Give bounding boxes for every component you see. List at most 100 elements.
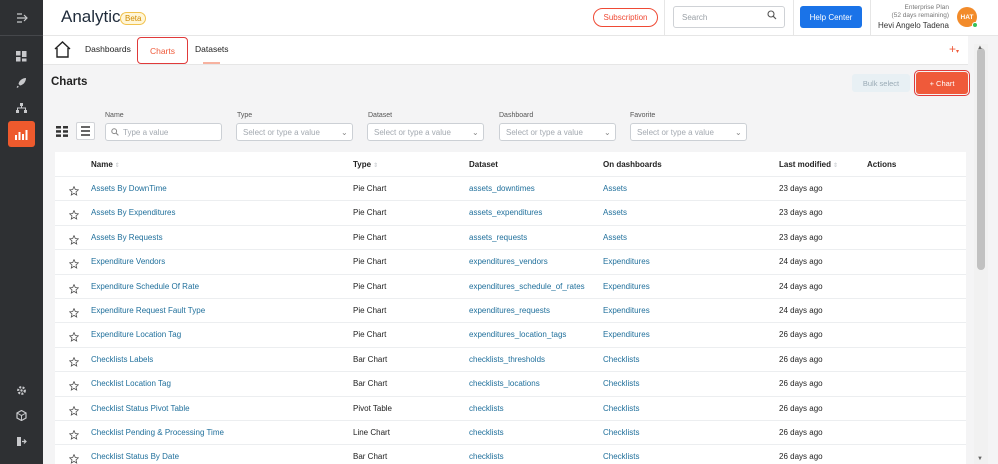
tab-dashboards[interactable]: Dashboards: [85, 44, 131, 54]
dashboard-link[interactable]: Assets: [603, 208, 627, 217]
dataset-link[interactable]: checklists: [469, 452, 504, 461]
dashboard-link[interactable]: Checklists: [603, 379, 639, 388]
table-row: Checklist Location Tag Bar Chart checklist…: [55, 371, 966, 395]
collapse-sidebar-icon[interactable]: [8, 5, 35, 31]
favorite-star-icon[interactable]: [68, 451, 80, 464]
scrollbar-thumb[interactable]: [977, 48, 985, 270]
dashboard-link[interactable]: Checklists: [603, 452, 639, 461]
favorite-star-icon[interactable]: [68, 378, 80, 392]
chart-type: Pie Chart: [353, 306, 387, 315]
last-modified: 24 days ago: [779, 281, 823, 291]
rocket-icon[interactable]: [8, 69, 35, 95]
dataset-link[interactable]: checklists: [469, 404, 504, 413]
favorite-filter-select[interactable]: Select or type a value: [630, 123, 747, 141]
chart-name-link[interactable]: Assets By Expenditures: [91, 208, 175, 217]
chart-name-link[interactable]: Expenditure Request Fault Type: [91, 306, 205, 315]
favorite-star-icon[interactable]: [68, 232, 80, 245]
dataset-link[interactable]: checklists_thresholds: [469, 355, 545, 364]
last-modified: 26 days ago: [779, 403, 823, 413]
dataset-link[interactable]: expenditures_requests: [469, 306, 550, 315]
sort-icon: ⇕: [114, 163, 120, 169]
dashboard-link[interactable]: Expenditures: [603, 330, 650, 339]
column-header-type[interactable]: Type ⇕: [353, 160, 378, 169]
scroll-down-arrow[interactable]: ▼: [977, 456, 983, 462]
hierarchy-icon[interactable]: [8, 95, 35, 121]
favorite-star-icon[interactable]: [68, 256, 80, 270]
add-tab-button[interactable]: +▾: [949, 42, 959, 56]
help-center-button[interactable]: Help Center: [800, 6, 862, 28]
favorite-star-icon[interactable]: [68, 354, 80, 367]
dashboard-link[interactable]: Assets: [603, 233, 627, 242]
analytics-chart-icon[interactable]: [8, 121, 35, 147]
bulk-select-button[interactable]: Bulk select: [852, 74, 910, 92]
dataset-link[interactable]: assets_expenditures: [469, 208, 542, 217]
charts-table: Name ⇕ Type ⇕ Dataset On dashboards Last m…: [55, 152, 966, 464]
dataset-filter-select[interactable]: Select or type a value: [367, 123, 484, 141]
sort-icon: ⇕: [833, 163, 839, 169]
cube-icon[interactable]: [8, 402, 35, 428]
sort-icon: ⇕: [373, 163, 379, 169]
dashboard-link[interactable]: Checklists: [603, 428, 639, 437]
chart-name-link[interactable]: Checklist Status Pivot Table: [91, 404, 190, 413]
chart-name-link[interactable]: Expenditure Vendors: [91, 257, 165, 266]
dashboard-filter-label: Dashboard: [499, 112, 534, 119]
favorite-star-icon[interactable]: [68, 403, 80, 416]
chart-name-link[interactable]: Assets By Requests: [91, 233, 163, 242]
column-header-name[interactable]: Name ⇕: [91, 160, 120, 169]
column-header-dataset: Dataset: [469, 160, 498, 169]
chart-name-link[interactable]: Expenditure Location Tag: [91, 330, 181, 339]
dataset-link[interactable]: expenditures_vendors: [469, 257, 548, 266]
table-row: Expenditure Request Fault Type Pie Chart e…: [55, 298, 966, 322]
chart-name-link[interactable]: Checklist Location Tag: [91, 379, 171, 388]
favorite-star-icon[interactable]: [68, 183, 80, 196]
last-modified: 23 days ago: [779, 184, 823, 193]
chart-name-link[interactable]: Checklist Status By Date: [91, 452, 179, 461]
dataset-link[interactable]: assets_downtimes: [469, 184, 535, 193]
column-header-actions: Actions: [867, 160, 897, 169]
last-modified: 24 days ago: [779, 306, 823, 315]
column-header-modified[interactable]: Last modified ⇕: [779, 160, 838, 169]
table-row: Assets By Expenditures Pie Chart assets_ex…: [55, 200, 966, 224]
list-view-button[interactable]: [76, 122, 95, 140]
chart-name-link[interactable]: Checklist Pending & Processing Time: [91, 428, 224, 437]
chart-name-link[interactable]: Expenditure Schedule Of Rate: [91, 282, 199, 291]
top-header: Analytics Beta Subscription Search Help …: [43, 0, 998, 36]
favorite-star-icon[interactable]: [68, 427, 80, 440]
type-filter-select[interactable]: Select or type a value: [236, 123, 353, 141]
dashboard-filter-select[interactable]: Select or type a value: [499, 123, 616, 141]
chart-type: Pie Chart: [353, 208, 387, 218]
dataset-link[interactable]: assets_requests: [469, 233, 527, 242]
tab-datasets[interactable]: Datasets: [195, 44, 229, 54]
dashboard-link[interactable]: Expenditures: [603, 257, 650, 266]
dashboard-grid-icon[interactable]: [8, 43, 35, 69]
gear-icon[interactable]: [8, 377, 35, 403]
chart-name-link[interactable]: Assets By DownTime: [91, 184, 167, 193]
search-icon: [111, 128, 119, 136]
favorite-star-icon[interactable]: [68, 207, 80, 221]
dataset-link[interactable]: expenditures_schedule_of_rates: [469, 282, 585, 291]
dashboard-link[interactable]: Checklists: [603, 404, 639, 413]
favorite-star-icon[interactable]: [68, 281, 80, 294]
scroll-up-arrow[interactable]: ▲: [977, 45, 983, 51]
tab-charts[interactable]: Charts: [137, 37, 188, 64]
left-rail: [0, 0, 43, 464]
home-icon[interactable]: [53, 40, 72, 59]
dataset-link[interactable]: expenditures_location_tags: [469, 330, 566, 339]
logout-icon[interactable]: [8, 428, 35, 454]
subscription-button[interactable]: Subscription: [593, 8, 658, 27]
dashboard-link[interactable]: Assets: [603, 184, 627, 193]
dashboard-link[interactable]: Expenditures: [603, 282, 650, 291]
name-filter-input[interactable]: Type a value: [105, 123, 222, 141]
favorite-star-icon[interactable]: [68, 305, 80, 318]
dashboard-link[interactable]: Expenditures: [603, 306, 650, 315]
list-view-icon: [81, 126, 90, 136]
add-chart-button[interactable]: + Chart: [914, 70, 970, 96]
favorite-star-icon[interactable]: [68, 329, 80, 343]
dataset-link[interactable]: checklists: [469, 428, 504, 437]
search-icon[interactable]: [767, 10, 777, 20]
chart-name-link[interactable]: Checklists Labels: [91, 355, 153, 364]
chart-type: Bar Chart: [353, 452, 388, 462]
dataset-link[interactable]: checklists_locations: [469, 379, 540, 388]
dashboard-link[interactable]: Checklists: [603, 355, 639, 364]
card-view-icon[interactable]: [56, 126, 68, 137]
